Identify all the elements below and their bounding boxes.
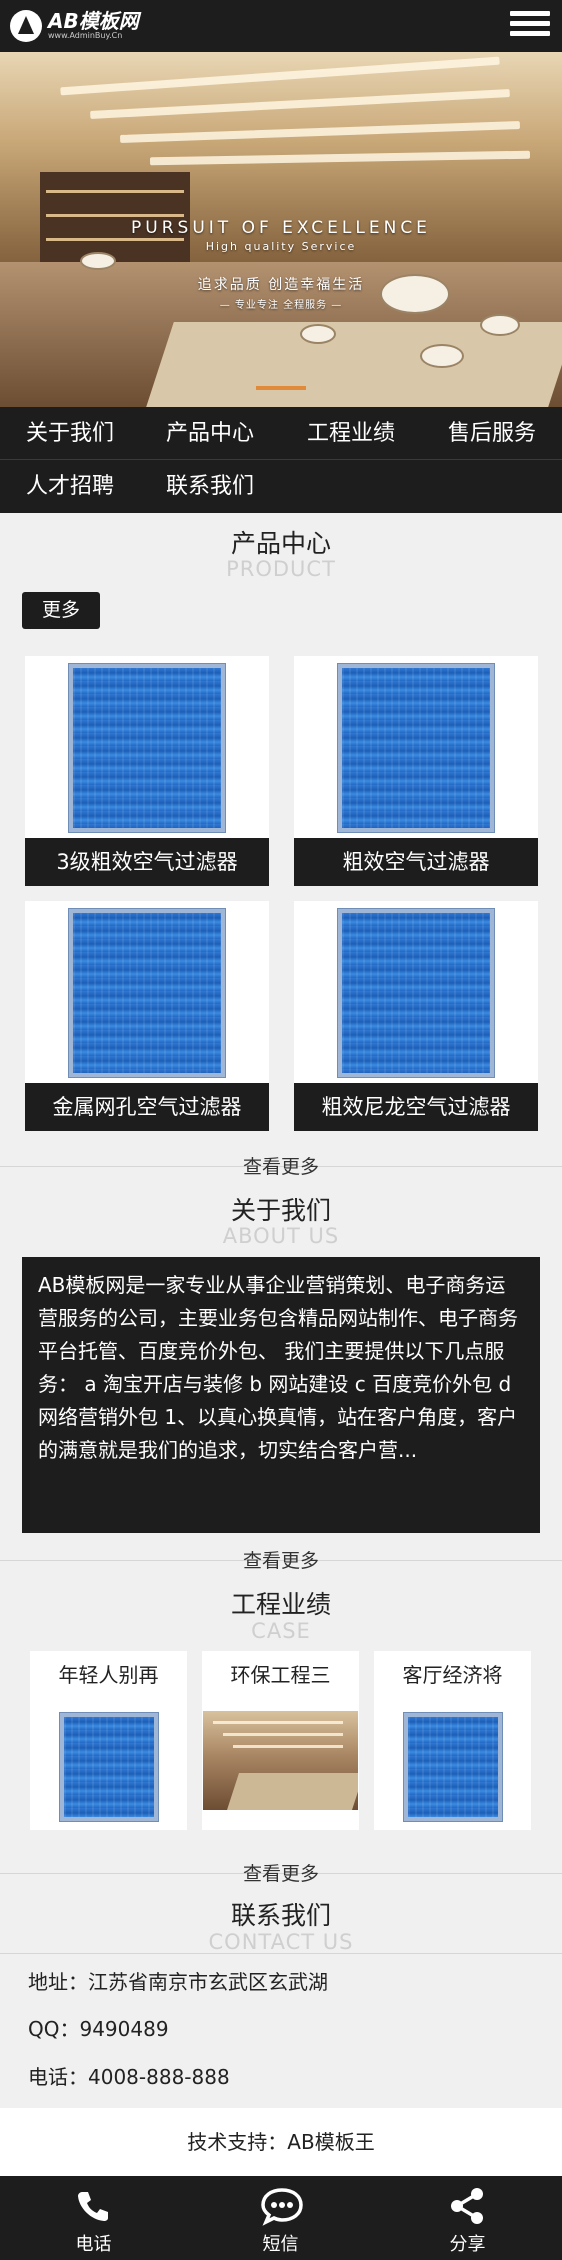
case-title: 客厅经济将 xyxy=(402,1663,503,1687)
nav-item-service[interactable]: 售后服务 xyxy=(422,407,562,460)
product-card[interactable]: 粗效空气过滤器 xyxy=(294,656,538,886)
case-card[interactable]: 环保工程三 xyxy=(202,1651,359,1830)
hamburger-icon[interactable] xyxy=(510,6,550,46)
phone-icon xyxy=(78,2192,108,2221)
nav-item-about[interactable]: 关于我们 xyxy=(0,407,140,460)
logo-title: AB模板网 xyxy=(48,9,139,33)
contact-phone: 电话：4008-888-888 xyxy=(28,2065,230,2089)
main-nav: 关于我们 产品中心 工程业绩 售后服务 人才招聘 联系我们 xyxy=(0,407,562,513)
products-title: 产品中心 xyxy=(230,529,331,558)
call-label: 电话 xyxy=(75,2234,112,2255)
banner-subline: High quality Service xyxy=(205,240,357,253)
cases-subtitle: CASE xyxy=(251,1619,311,1643)
contact-address: 地址：江苏省南京市玄武区玄武湖 xyxy=(28,1970,328,1994)
product-label: 粗效尼龙空气过滤器 xyxy=(294,1083,538,1131)
product-card[interactable]: 3级粗效空气过滤器 xyxy=(25,656,269,886)
case-title: 环保工程三 xyxy=(230,1663,331,1687)
header: AB模板网 www.AdminBuy.Cn xyxy=(0,0,562,52)
bottom-toolbar: 电话 短信 分享 xyxy=(0,2176,562,2260)
logo-icon xyxy=(10,10,42,42)
contact-qq: QQ：9490489 xyxy=(28,2017,169,2041)
nav-item-products[interactable]: 产品中心 xyxy=(140,407,280,460)
contact-title: 联系我们 xyxy=(230,1901,331,1930)
cases-view-more-link[interactable]: 查看更多 xyxy=(0,1859,562,1886)
case-title: 年轻人别再 xyxy=(58,1663,159,1687)
sms-label: 短信 xyxy=(262,2234,299,2255)
case-card[interactable]: 年轻人别再 xyxy=(30,1651,187,1830)
product-card[interactable]: 粗效尼龙空气过滤器 xyxy=(294,901,538,1131)
products-view-more-link[interactable]: 查看更多 xyxy=(0,1152,562,1179)
cases-title: 工程业绩 xyxy=(230,1590,331,1619)
banner-tagline: — 专业专注 全程服务 — xyxy=(219,300,343,311)
product-image xyxy=(294,656,538,838)
about-title: 关于我们 xyxy=(230,1196,331,1225)
about-view-more-link[interactable]: 查看更多 xyxy=(0,1546,562,1573)
product-image xyxy=(25,656,269,838)
case-image xyxy=(60,1713,158,1821)
product-image xyxy=(294,901,538,1083)
about-subtitle: ABOUT US xyxy=(222,1224,340,1248)
product-card[interactable]: 金属网孔空气过滤器 xyxy=(25,901,269,1131)
case-image xyxy=(404,1713,502,1821)
products-subtitle: PRODUCT xyxy=(226,557,336,581)
banner-slogan: 追求品质 创造幸福生活 xyxy=(197,277,365,293)
share-label: 分享 xyxy=(449,2234,486,2255)
case-image xyxy=(203,1711,358,1810)
slider-indicator[interactable] xyxy=(256,386,306,390)
sms-button[interactable]: 短信 xyxy=(187,2176,374,2260)
section-divider xyxy=(0,1953,562,1954)
call-button[interactable]: 电话 xyxy=(0,2176,187,2260)
product-label: 3级粗效空气过滤器 xyxy=(25,838,269,886)
share-icon xyxy=(451,2188,483,2224)
products-more-button[interactable]: 更多 xyxy=(22,592,100,629)
share-button[interactable]: 分享 xyxy=(374,2176,561,2260)
product-image xyxy=(25,901,269,1083)
case-card[interactable]: 客厅经济将 xyxy=(374,1651,531,1830)
nav-item-jobs[interactable]: 人才招聘 xyxy=(0,460,140,513)
banner-headline: PURSUIT OF EXCELLENCE xyxy=(131,218,431,238)
hero-banner[interactable]: PURSUIT OF EXCELLENCE High quality Servi… xyxy=(0,52,562,407)
product-label: 粗效空气过滤器 xyxy=(294,838,538,886)
nav-item-cases[interactable]: 工程业绩 xyxy=(281,407,421,460)
chat-bubble-icon xyxy=(261,2188,303,2226)
contact-subtitle: CONTACT US xyxy=(208,1930,354,1954)
product-label: 金属网孔空气过滤器 xyxy=(25,1083,269,1131)
tech-support: 技术支持：AB模板王 xyxy=(0,2108,562,2176)
logo[interactable]: AB模板网 www.AdminBuy.Cn xyxy=(10,8,139,44)
about-summary: AB模板网是一家专业从事企业营销策划、电子商务运营服务的公司，主要业务包含精品网… xyxy=(22,1257,540,1533)
nav-item-contact[interactable]: 联系我们 xyxy=(140,460,280,513)
